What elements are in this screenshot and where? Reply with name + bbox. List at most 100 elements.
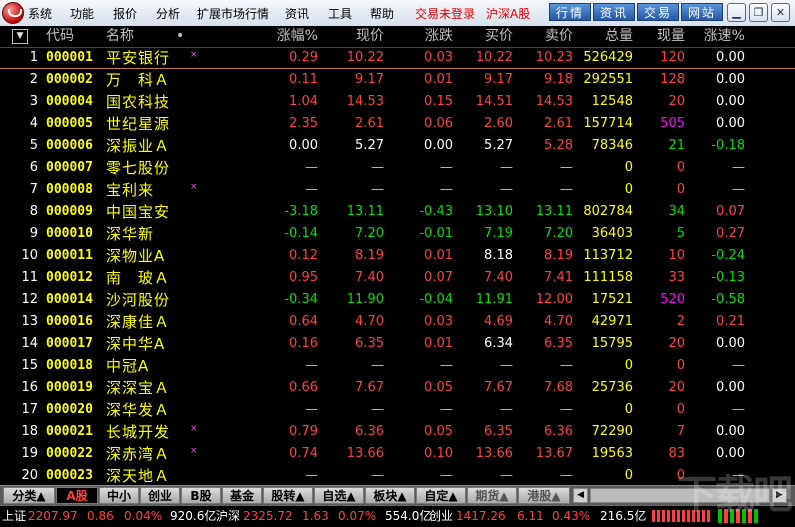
cell-bid: 4.69 bbox=[484, 314, 513, 329]
menu-function[interactable]: 功能 bbox=[70, 5, 94, 22]
tab-sme[interactable]: 中小 bbox=[99, 487, 139, 504]
cell-change-pct: 0.79 bbox=[289, 424, 318, 439]
quotes-button[interactable]: 行情 bbox=[549, 3, 591, 21]
stock-code: 000011 bbox=[46, 248, 93, 263]
table-row[interactable]: 6 000007 零七股份 — — — — — 0 0 — bbox=[0, 157, 795, 179]
table-row[interactable]: 4 000005 世纪星源 2.35 2.61 0.06 2.60 2.61 157714 505… bbox=[0, 113, 795, 135]
cell-ask: — bbox=[560, 160, 573, 175]
table-row[interactable]: 17 000020 深华发Ａ — — — — — 0 0 — bbox=[0, 399, 795, 421]
tab-fund[interactable]: 基金 bbox=[222, 487, 262, 504]
cell-ask: 10.23 bbox=[535, 50, 573, 65]
cell-speed: — bbox=[732, 182, 745, 197]
tab-chinext[interactable]: 创业 bbox=[140, 487, 180, 504]
tab-a-share[interactable]: A股 bbox=[56, 487, 98, 504]
website-button[interactable]: 网站 bbox=[681, 3, 723, 21]
tab-hk-stock[interactable]: 港股▲ bbox=[518, 487, 570, 504]
col-current-volume[interactable]: 现量 bbox=[640, 26, 685, 47]
row-index: 11 bbox=[21, 270, 38, 285]
cell-price: — bbox=[371, 358, 384, 373]
tab-share-transfer[interactable]: 股转▲ bbox=[263, 487, 313, 504]
cell-price: 6.36 bbox=[355, 424, 384, 439]
stock-name: 宝利来 bbox=[106, 181, 155, 199]
table-row[interactable]: 2 000002 万 科Ａ 0.11 9.17 0.01 9.17 9.18 292551 128… bbox=[0, 69, 795, 91]
table-row[interactable]: 9 000010 深华新 -0.14 7.20 -0.01 7.19 7.20 36403 5 0.… bbox=[0, 223, 795, 245]
table-row[interactable]: 1 000001 平安银行 × 0.29 10.22 0.03 10.22 10.23 52642… bbox=[0, 47, 795, 69]
cell-speed: -0.18 bbox=[711, 138, 745, 153]
table-row[interactable]: 7 000008 宝利来 × — — — — — 0 0 — bbox=[0, 179, 795, 201]
menu-analysis[interactable]: 分析 bbox=[156, 5, 180, 22]
stock-code: 000009 bbox=[46, 204, 93, 219]
table-row[interactable]: 20 000023 深天地Ａ — — — — —0 0— bbox=[0, 465, 795, 487]
table-row[interactable]: 11 000012 南 玻Ａ 0.95 7.40 0.07 7.40 7.41 111158 33… bbox=[0, 267, 795, 289]
cell-ask: 2.61 bbox=[544, 116, 573, 131]
cell-ask: 13.11 bbox=[535, 204, 573, 219]
col-change-pct[interactable]: 涨幅% bbox=[250, 26, 318, 47]
cell-current-volume: 0 bbox=[676, 358, 685, 373]
cell-speed: 0.27 bbox=[716, 226, 745, 241]
menu-help[interactable]: 帮助 bbox=[370, 5, 394, 22]
table-row[interactable]: 15 000018 中冠A — — — — — 0 0 — bbox=[0, 355, 795, 377]
cell-price: — bbox=[371, 468, 384, 483]
table-row[interactable]: 13 000016 深康佳Ａ 0.64 4.70 0.03 4.69 4.70 42971 2 0.… bbox=[0, 311, 795, 333]
cell-change-pct: 0.11 bbox=[289, 72, 318, 87]
cell-price: — bbox=[371, 402, 384, 417]
news-button[interactable]: 资讯 bbox=[593, 3, 635, 21]
col-volume[interactable]: 总量 bbox=[575, 26, 633, 47]
minimize-icon[interactable]: ▁ bbox=[727, 3, 746, 22]
row-index: 18 bbox=[21, 424, 38, 439]
cell-current-volume: 33 bbox=[668, 270, 685, 285]
menu-tools[interactable]: 工具 bbox=[328, 5, 352, 22]
sh-label: 上证 bbox=[2, 509, 27, 523]
menu-system[interactable]: 系统 bbox=[28, 5, 52, 22]
scroll-left-icon[interactable]: ◀ bbox=[573, 488, 588, 503]
table-row[interactable]: 8 000009 中国宝安 -3.18 13.11 -0.43 13.10 13.11 8027… bbox=[0, 201, 795, 223]
menu-quotes[interactable]: 报价 bbox=[113, 5, 137, 22]
cell-price: 8.19 bbox=[355, 248, 384, 263]
col-ask[interactable]: 卖价 bbox=[515, 26, 573, 47]
tab-futures[interactable]: 期货▲ bbox=[467, 487, 517, 504]
col-bid[interactable]: 买价 bbox=[455, 26, 513, 47]
trade-button[interactable]: 交易 bbox=[637, 3, 679, 21]
close-icon[interactable]: ✕ bbox=[771, 3, 790, 22]
cell-change: -0.01 bbox=[419, 226, 453, 241]
tab-a-share-label: A股 bbox=[66, 489, 88, 503]
table-row[interactable]: 16 000019 深深宝Ａ 0.66 7.67 0.05 7.67 7.68 25736 20 0… bbox=[0, 377, 795, 399]
table-row[interactable]: 12 000014 沙河股份 -0.34 11.90 -0.04 11.91 12.00 175… bbox=[0, 289, 795, 311]
col-price[interactable]: 现价 bbox=[320, 26, 384, 47]
table-row[interactable]: 10 000011 深物业A 0.12 8.19 0.01 8.18 8.19 113712 10… bbox=[0, 245, 795, 267]
app-logo-icon[interactable] bbox=[2, 2, 24, 24]
trade-login-status[interactable]: 交易未登录 bbox=[415, 5, 475, 22]
sz-index[interactable]: 2325.72 bbox=[243, 508, 293, 524]
cell-bid: 7.40 bbox=[484, 270, 513, 285]
col-name[interactable]: 名称 bbox=[106, 26, 134, 47]
cell-change: 0.15 bbox=[424, 94, 453, 109]
tab-custom[interactable]: 自定▲ bbox=[416, 487, 466, 504]
col-code[interactable]: 代码 bbox=[46, 26, 74, 47]
menu-extended-market[interactable]: 扩展市场行情 bbox=[197, 5, 269, 22]
cell-bid: — bbox=[500, 358, 513, 373]
table-row[interactable]: 14 000017 深中华A 0.16 6.35 0.01 6.34 6.35 15795 20 0… bbox=[0, 333, 795, 355]
table-row[interactable]: 3 000004 国农科技 1.04 14.53 0.15 14.51 14.53 12548 2… bbox=[0, 91, 795, 113]
stock-code: 000012 bbox=[46, 270, 93, 285]
cy-index[interactable]: 1417.26 bbox=[456, 508, 506, 524]
tab-sector[interactable]: 板块▲ bbox=[365, 487, 415, 504]
col-change[interactable]: 涨跌 bbox=[390, 26, 453, 47]
col-speed[interactable]: 涨速% bbox=[695, 26, 745, 47]
tab-category[interactable]: 分类▲ bbox=[3, 487, 55, 504]
cell-change-pct: 0.66 bbox=[289, 380, 318, 395]
restore-icon[interactable]: ❐ bbox=[749, 3, 768, 22]
cy-label: 创业 bbox=[429, 509, 454, 523]
table-row[interactable]: 19 000022 深赤湾Ａ × 0.74 13.66 0.10 13.66 13.67 1956… bbox=[0, 443, 795, 465]
table-row[interactable]: 5 000006 深振业Ａ 0.00 5.27 0.00 5.27 5.28 78346 21 -0… bbox=[0, 135, 795, 157]
stock-name: 深康佳Ａ bbox=[106, 313, 171, 331]
menu-news[interactable]: 资讯 bbox=[285, 5, 309, 22]
cell-current-volume: 7 bbox=[676, 424, 685, 439]
cell-change-pct: 0.74 bbox=[289, 446, 318, 461]
tab-b-share[interactable]: B股 bbox=[181, 487, 221, 504]
sort-dropdown-icon[interactable]: ▼ bbox=[12, 29, 28, 44]
tab-watchlist[interactable]: 自选▲ bbox=[314, 487, 364, 504]
sh-index[interactable]: 2207.97 bbox=[28, 508, 78, 524]
stock-code: 000019 bbox=[46, 380, 93, 395]
cell-price: 5.27 bbox=[355, 138, 384, 153]
table-row[interactable]: 18 000021 长城开发 × 0.79 6.36 0.05 6.35 6.36 72290 7 0… bbox=[0, 421, 795, 443]
